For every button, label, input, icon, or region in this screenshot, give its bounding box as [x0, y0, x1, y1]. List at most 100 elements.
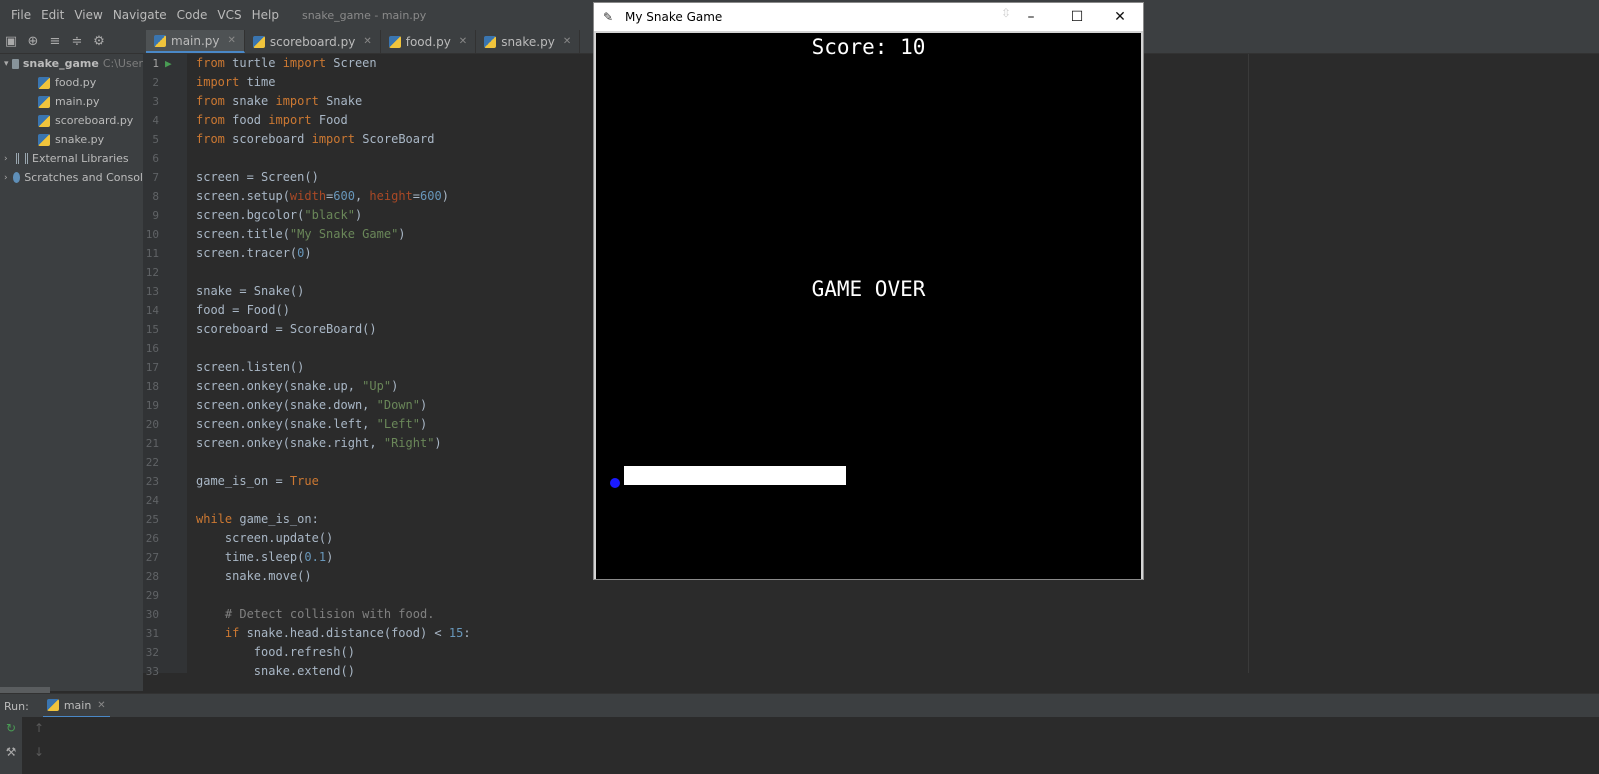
tab-food-py[interactable]: food.py ✕ — [381, 30, 477, 53]
line-number: 27 — [145, 551, 159, 564]
code-line: food = Food() — [196, 303, 290, 317]
tree-item-main-py[interactable]: main.py — [0, 92, 143, 111]
mouse-cursor-icon: ⇳ — [1001, 6, 1012, 20]
line-number: 14 — [145, 304, 159, 317]
tree-item-label: scoreboard.py — [55, 114, 134, 127]
rerun-icon[interactable]: ↻ — [4, 721, 18, 735]
tree-scratches[interactable]: › Scratches and Consol — [0, 168, 143, 187]
line-number: 25 — [145, 513, 159, 526]
tree-external-libraries[interactable]: › External Libraries — [0, 149, 143, 168]
code-line: screen.setup(width=600, height=600) — [196, 189, 449, 203]
line-number: 23 — [145, 475, 159, 488]
project-panel: ▾ snake_game C:\User food.py main.py sco… — [0, 54, 144, 691]
minimize-button[interactable]: – — [1008, 3, 1054, 31]
expand-all-icon[interactable]: ≑ — [66, 34, 88, 49]
tab-label: main.py — [171, 33, 220, 48]
folder-icon — [11, 58, 19, 69]
code-line: screen.update() — [196, 531, 334, 545]
tree-item-label: snake.py — [55, 133, 105, 146]
chevron-right-icon[interactable]: › — [4, 154, 14, 164]
game-window-title: My Snake Game — [625, 10, 723, 24]
line-number: 21 — [145, 437, 159, 450]
tab-label: scoreboard.py — [269, 34, 356, 49]
code-line: from food import Food — [196, 113, 348, 127]
game-canvas[interactable]: Score: 10 GAME OVER — [596, 33, 1141, 579]
python-file-icon — [38, 76, 50, 89]
menu-edit[interactable]: Edit — [36, 8, 69, 22]
wrench-icon[interactable]: ⚒ — [4, 745, 18, 759]
ide-window-title: snake_game - main.py — [301, 8, 427, 22]
library-icon — [16, 153, 28, 164]
project-view-icon[interactable]: ▣ — [0, 34, 22, 49]
menu-help[interactable]: Help — [247, 8, 284, 22]
code-line: screen.bgcolor("black") — [196, 208, 363, 222]
chevron-right-icon[interactable]: › — [4, 173, 11, 183]
tree-item-snake-py[interactable]: snake.py — [0, 130, 143, 149]
code-line: screen.onkey(snake.down, "Down") — [196, 398, 428, 412]
run-label: Run: — [4, 699, 29, 713]
collapse-all-icon[interactable]: ≡ — [44, 34, 66, 49]
line-number: 10 — [145, 228, 159, 241]
line-number: 26 — [145, 532, 159, 545]
line-number: 3 — [152, 95, 159, 108]
menu-code[interactable]: Code — [172, 8, 213, 22]
feather-icon: ✎ — [603, 10, 614, 24]
tab-scoreboard-py[interactable]: scoreboard.py ✕ — [245, 30, 381, 53]
snake-game-window[interactable]: ✎ My Snake Game – ☐ ✕ Score: 10 GAME OVE… — [593, 2, 1144, 580]
line-number: 22 — [145, 456, 159, 469]
python-run-icon — [46, 699, 59, 711]
code-line: game_is_on = True — [196, 474, 319, 488]
close-icon[interactable]: ✕ — [228, 35, 236, 46]
line-number: 32 — [145, 646, 159, 659]
close-icon[interactable]: ✕ — [459, 36, 467, 47]
line-number: 6 — [152, 152, 159, 165]
target-icon[interactable]: ⊕ — [22, 34, 44, 49]
scratches-icon — [12, 172, 21, 183]
tree-root[interactable]: ▾ snake_game C:\User — [0, 54, 143, 73]
code-line: screen = Screen() — [196, 170, 319, 184]
line-number: 7 — [152, 171, 159, 184]
python-file-icon — [154, 34, 166, 47]
arrow-down-icon[interactable]: ↓ — [32, 745, 46, 759]
code-line: screen.onkey(snake.right, "Right") — [196, 436, 442, 450]
run-tab-label: main — [63, 698, 92, 712]
code-line: screen.onkey(snake.up, "Up") — [196, 379, 399, 393]
run-console[interactable] — [0, 717, 1599, 774]
python-file-icon — [38, 133, 50, 146]
menu-navigate[interactable]: Navigate — [108, 8, 172, 22]
line-number: 15 — [145, 323, 159, 336]
root-path-label: C:\User — [102, 57, 143, 70]
run-panel-header: Run: main ✕ — [0, 693, 1599, 718]
maximize-button[interactable]: ☐ — [1054, 3, 1100, 31]
menu-vcs[interactable]: VCS — [212, 8, 246, 22]
game-window-titlebar[interactable]: ✎ My Snake Game – ☐ ✕ — [594, 3, 1143, 31]
line-gutter: ▶ 1 2 3 4 5 6 7 8 9 10 11 12 13 14 15 16 17 18 19 20 21 22 23 2… — [143, 54, 187, 678]
game-over-text: GAME OVER — [811, 277, 926, 301]
tree-item-scoreboard-py[interactable]: scoreboard.py — [0, 111, 143, 130]
menu-file[interactable]: File — [6, 8, 36, 22]
tab-main-py[interactable]: main.py ✕ — [146, 30, 245, 53]
close-button[interactable]: ✕ — [1097, 3, 1143, 31]
python-file-icon — [38, 95, 50, 108]
tab-label: snake.py — [501, 34, 555, 49]
run-gutter-icon[interactable]: ▶ — [165, 57, 172, 70]
right-margin-guide — [1248, 54, 1249, 673]
code-line: import time — [196, 75, 276, 89]
close-icon[interactable]: ✕ — [363, 36, 371, 47]
close-icon[interactable]: ✕ — [97, 700, 105, 711]
arrow-up-icon[interactable]: ↑ — [32, 721, 46, 735]
close-icon[interactable]: ✕ — [563, 36, 571, 47]
code-line: food.refresh() — [196, 645, 355, 659]
menu-view[interactable]: View — [69, 8, 107, 22]
gear-icon[interactable]: ⚙ — [88, 34, 110, 49]
chevron-down-icon[interactable]: ▾ — [4, 59, 10, 69]
code-line: snake.extend() — [196, 664, 355, 678]
food-dot — [610, 478, 620, 488]
tab-snake-py[interactable]: snake.py ✕ — [476, 30, 581, 53]
root-folder-label: snake_game — [22, 57, 99, 70]
tree-item-food-py[interactable]: food.py — [0, 73, 143, 92]
run-tab-main[interactable]: main ✕ — [42, 694, 110, 718]
line-number: 24 — [145, 494, 159, 507]
python-file-icon — [484, 35, 497, 48]
line-number: 8 — [152, 190, 159, 203]
